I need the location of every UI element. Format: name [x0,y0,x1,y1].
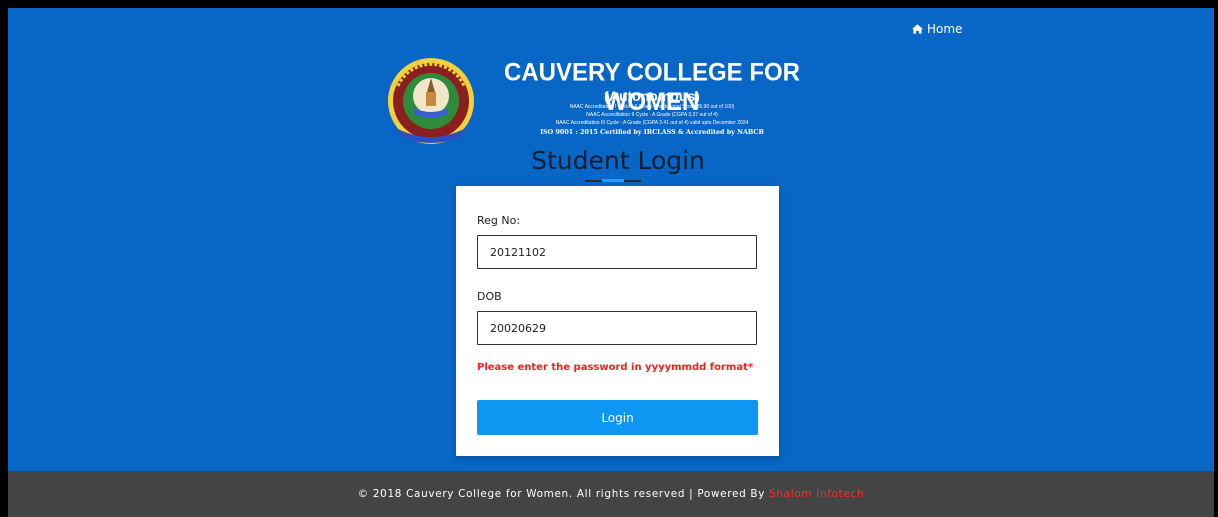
home-icon [912,24,923,34]
home-link[interactable]: Home [912,22,962,36]
footer: © 2018 Cauvery College for Women. All ri… [8,471,1214,517]
reg-no-label: Reg No: [477,214,521,227]
title-underline-accent [602,179,624,182]
college-subtitle: (Autonomous) [604,88,700,104]
login-form: Reg No: DOB Please enter the password in… [456,186,779,456]
login-button[interactable]: Login [477,400,758,435]
page-title: Student Login [531,146,705,175]
accreditation-line-3: NAAC Accreditation III Cycle : A Grade (… [555,120,749,126]
footer-copyright: © 2018 Cauvery College for Women. All ri… [357,488,770,500]
window-frame-top [0,0,1218,8]
page-main: Home CAUVERY COLLEGE FOR WOMEN (Autonomo… [8,8,1214,471]
dob-label: DOB [477,290,502,303]
footer-powered-by-link[interactable]: Shalom Infotech [769,488,864,500]
college-seal-logo [388,58,474,144]
iso-certification-line: ISO 9001 : 2015 Certified by IRCLASS & A… [540,128,764,136]
dob-input[interactable] [477,311,757,345]
password-format-hint: Please enter the password in yyyymmdd fo… [477,362,754,373]
home-link-label: Home [927,22,963,36]
window-frame-right [1214,0,1218,517]
reg-no-input[interactable] [477,235,757,269]
accreditation-line-1: NAAC Accreditation I Cycle : A Grade (In… [569,104,735,110]
window-frame-left [0,0,8,517]
accreditation-line-2: NAAC Accreditation II Cycle : A Grade (C… [586,112,718,118]
